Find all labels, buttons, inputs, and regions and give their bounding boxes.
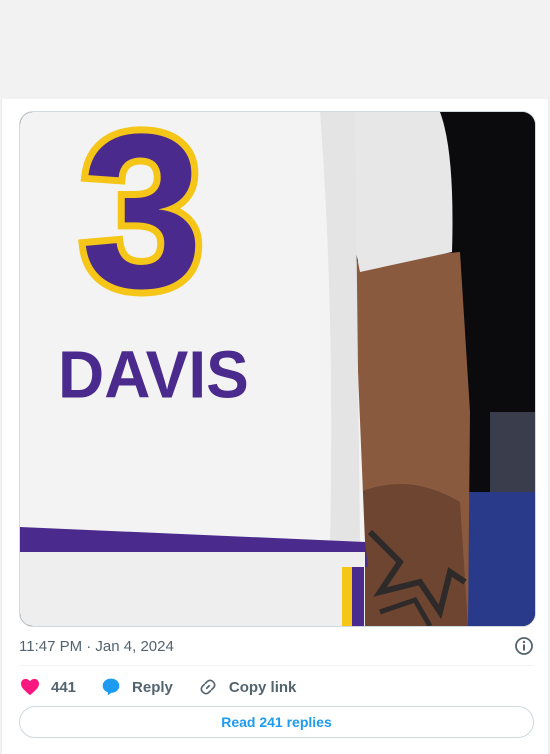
browser-top-area <box>0 0 550 99</box>
tweet-timestamp[interactable]: 11:47 PM · Jan 4, 2024 <box>19 638 174 655</box>
copy-link-label: Copy link <box>228 678 297 696</box>
link-icon <box>197 676 219 698</box>
like-count: 441 <box>51 678 77 696</box>
tweet-meta: 11:47 PM · Jan 4, 2024 <box>19 634 534 658</box>
reply-button[interactable]: Reply <box>100 676 173 698</box>
tweet-actions: 441 Reply Copy link <box>19 675 320 699</box>
tweet-photo[interactable]: 3 3 DAVIS <box>19 111 536 627</box>
info-icon[interactable] <box>514 636 534 656</box>
jersey-number: 3 3 <box>74 112 210 341</box>
svg-text:3: 3 <box>81 112 203 334</box>
read-replies-label: Read 241 replies <box>221 714 332 730</box>
heart-icon <box>19 676 41 698</box>
reply-bubble-icon <box>100 676 122 698</box>
like-button[interactable]: 441 <box>19 676 76 698</box>
read-replies-button[interactable]: Read 241 replies <box>19 706 534 738</box>
reply-label: Reply <box>132 678 173 696</box>
jersey-name: DAVIS <box>58 337 249 412</box>
tweet-card: 3 3 DAVIS 11:47 PM · Jan 4, 2024 441 Rep… <box>1 99 549 754</box>
divider <box>19 665 534 666</box>
copy-link-button[interactable]: Copy link <box>197 676 297 698</box>
